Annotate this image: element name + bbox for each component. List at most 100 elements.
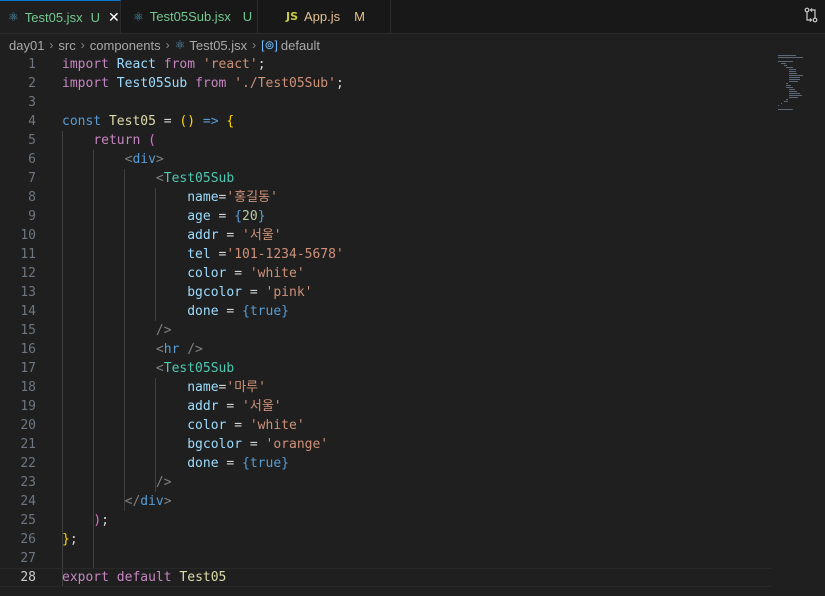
code-text: bgcolor = 'orange': [62, 435, 328, 454]
code-line[interactable]: 2 import Test05Sub from './Test05Sub';: [0, 74, 772, 93]
line-number: 9: [28, 209, 36, 224]
breadcrumb-item-components[interactable]: components: [90, 38, 161, 53]
code-token: export: [62, 570, 109, 585]
code-line[interactable]: 11 tel ='101-1234-5678': [0, 245, 772, 264]
code-text: />: [62, 321, 172, 340]
code-text: <div>: [62, 150, 164, 169]
close-icon[interactable]: ✕: [108, 9, 120, 26]
code-line[interactable]: 15 />: [0, 321, 772, 340]
code-line[interactable]: 14 done = {true}: [0, 302, 772, 321]
code-editor[interactable]: 1 import React from 'react'; 2 import Test0…: [0, 55, 825, 596]
react-icon: ⚛: [8, 10, 19, 24]
code-line[interactable]: 22 done = {true}: [0, 454, 772, 473]
breadcrumb-item-day01[interactable]: day01: [9, 38, 44, 53]
code-line[interactable]: 7 <Test05Sub: [0, 169, 772, 188]
code-line[interactable]: 17 <Test05Sub: [0, 359, 772, 378]
code-token: =>: [202, 114, 219, 129]
code-text: };: [62, 530, 78, 549]
code-token: age: [187, 209, 211, 224]
code-token: >: [163, 494, 172, 509]
code-line[interactable]: 19 addr = '서울': [0, 397, 772, 416]
code-text: age = {20}: [62, 207, 265, 226]
line-number: 10: [20, 228, 36, 243]
code-text: <hr />: [62, 340, 203, 359]
line-number: 2: [28, 76, 36, 91]
minimap-line: [789, 97, 799, 98]
code-token: {true}: [242, 304, 289, 319]
code-token: {: [234, 209, 243, 224]
code-line[interactable]: 21 bgcolor = 'orange': [0, 435, 772, 454]
code-line[interactable]: 5 return (: [0, 131, 772, 150]
code-token: ): [93, 513, 102, 528]
line-number: 25: [20, 513, 36, 528]
line-number: 13: [20, 285, 36, 300]
code-token: />: [187, 342, 203, 357]
code-token: Test05: [179, 570, 227, 585]
code-token: name: [187, 190, 219, 205]
code-token: />: [155, 323, 172, 338]
minimap-line: [789, 91, 797, 92]
tab-test05sub-jsx[interactable]: ⚛ Test05Sub.jsx U: [121, 0, 258, 33]
code-token: hr: [163, 342, 180, 357]
code-line[interactable]: 27: [0, 549, 772, 568]
tab-label: Test05.jsx: [24, 9, 83, 25]
tab-test05-jsx[interactable]: ⚛ Test05.jsx U ✕: [0, 0, 121, 33]
code-line[interactable]: 20 color = 'white': [0, 416, 772, 435]
code-line[interactable]: 18 name='마루': [0, 378, 772, 397]
code-line[interactable]: 1 import React from 'react';: [0, 55, 772, 74]
code-line[interactable]: 25 );: [0, 511, 772, 530]
line-number: 28: [20, 570, 36, 585]
code-line[interactable]: 23 />: [0, 473, 772, 492]
code-token: Test05Sub: [116, 76, 188, 91]
code-line[interactable]: 13 bgcolor = 'pink': [0, 283, 772, 302]
breadcrumb-item-src[interactable]: src: [58, 38, 75, 53]
code-line[interactable]: 26};: [0, 530, 772, 549]
minimap-line: [786, 83, 788, 84]
code-token: div: [140, 494, 164, 509]
code-line[interactable]: 3: [0, 93, 772, 112]
breadcrumb-item-symbol[interactable]: default: [281, 38, 320, 53]
minimap-line: [783, 65, 788, 66]
line-number: 20: [20, 418, 36, 433]
code-line[interactable]: 4 const Test05 = () => {: [0, 112, 772, 131]
code-text: const Test05 = () => {: [62, 112, 234, 131]
js-icon: JS: [286, 10, 299, 23]
minimap-line: [783, 101, 788, 102]
chevron-right-icon: ›: [80, 38, 85, 52]
code-line[interactable]: 9 age = {20}: [0, 207, 772, 226]
minimap[interactable]: [778, 55, 818, 115]
compare-changes-icon[interactable]: [803, 7, 819, 23]
code-token: from: [195, 76, 227, 91]
code-token: {true}: [242, 456, 289, 471]
code-token: addr: [187, 399, 219, 414]
line-number: 1: [28, 57, 36, 72]
code-text: import Test05Sub from './Test05Sub';: [62, 74, 344, 93]
code-token: default: [116, 570, 172, 585]
code-line[interactable]: 12 color = 'white': [0, 264, 772, 283]
code-line[interactable]: 10 addr = '서울': [0, 226, 772, 245]
code-text: addr = '서울': [62, 226, 281, 245]
breadcrumb-item-file[interactable]: Test05.jsx: [189, 38, 247, 53]
code-text: bgcolor = 'pink': [62, 283, 312, 302]
react-icon: ⚛: [133, 9, 144, 24]
tab-app-js[interactable]: JS App.js M: [258, 0, 391, 33]
line-number: 5: [28, 133, 36, 148]
code-line[interactable]: 6 <div>: [0, 150, 772, 169]
code-line[interactable]: 8 name='홍길동': [0, 188, 772, 207]
code-line[interactable]: 24 </div>: [0, 492, 772, 511]
code-line[interactable]: 16 <hr />: [0, 340, 772, 359]
code-text: addr = '서울': [62, 397, 281, 416]
code-token: '101-1234-5678': [226, 247, 344, 262]
minimap-line: [778, 61, 794, 62]
minimap-line: [789, 77, 800, 78]
code-line[interactable]: 28 export default Test05: [0, 568, 772, 587]
